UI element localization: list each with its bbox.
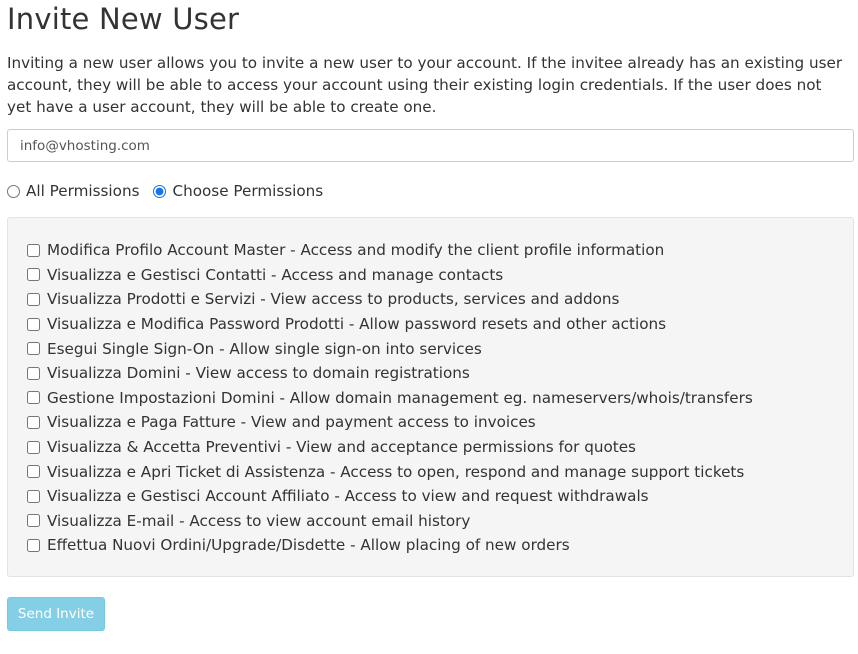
invite-user-page: Invite New User Inviting a new user allo… bbox=[0, 0, 858, 654]
permission-mode-group: All Permissions Choose Permissions bbox=[7, 179, 337, 203]
permission-checkbox[interactable] bbox=[27, 268, 40, 282]
permission-checkbox[interactable] bbox=[27, 317, 40, 331]
permission-item[interactable]: Visualizza e Gestisci Account Affiliato … bbox=[27, 484, 834, 509]
intro-text: Inviting a new user allows you to invite… bbox=[7, 54, 843, 116]
email-input[interactable] bbox=[7, 129, 854, 162]
permission-checkbox[interactable] bbox=[27, 342, 40, 356]
permission-checkbox[interactable] bbox=[27, 391, 40, 405]
permission-label: Effettua Nuovi Ordini/Upgrade/Disdette -… bbox=[47, 536, 570, 555]
choose-permissions-radio[interactable] bbox=[153, 184, 167, 198]
permission-label: Visualizza Prodotti e Servizi - View acc… bbox=[47, 290, 620, 309]
all-permissions-option[interactable]: All Permissions bbox=[7, 182, 139, 200]
permission-checkbox[interactable] bbox=[27, 292, 40, 306]
permission-item[interactable]: Visualizza Domini - View access to domai… bbox=[27, 361, 834, 386]
permission-label: Visualizza e Gestisci Account Affiliato … bbox=[47, 487, 649, 506]
permission-item[interactable]: Modifica Profilo Account Master - Access… bbox=[27, 238, 834, 263]
permission-item[interactable]: Esegui Single Sign-On - Allow single sig… bbox=[27, 336, 834, 361]
all-permissions-label: All Permissions bbox=[26, 182, 140, 200]
permission-item[interactable]: Visualizza Prodotti e Servizi - View acc… bbox=[27, 287, 834, 312]
permission-item[interactable]: Effettua Nuovi Ordini/Upgrade/Disdette -… bbox=[27, 533, 834, 558]
permission-label: Visualizza e Gestisci Contatti - Access … bbox=[47, 265, 504, 284]
choose-permissions-option[interactable]: Choose Permissions bbox=[153, 182, 323, 200]
all-permissions-radio[interactable] bbox=[7, 184, 20, 198]
permission-label: Visualizza e Paga Fatture - View and pay… bbox=[47, 413, 536, 432]
permission-checkbox[interactable] bbox=[27, 440, 40, 454]
page-title: Invite New User bbox=[7, 2, 240, 36]
permission-checkbox[interactable] bbox=[27, 243, 40, 257]
permission-item[interactable]: Visualizza & Accetta Preventivi - View a… bbox=[27, 435, 834, 460]
permission-checkbox[interactable] bbox=[27, 415, 40, 429]
permission-label: Modifica Profilo Account Master - Access… bbox=[47, 241, 665, 260]
permission-checkbox[interactable] bbox=[27, 489, 40, 503]
permission-label: Gestione Impostazioni Domini - Allow dom… bbox=[47, 388, 753, 407]
permission-label: Visualizza e Modifica Password Prodotti … bbox=[47, 315, 667, 334]
permission-checkbox[interactable] bbox=[27, 514, 40, 528]
permission-checkbox[interactable] bbox=[27, 465, 40, 479]
permission-label: Visualizza & Accetta Preventivi - View a… bbox=[47, 438, 636, 457]
permission-item[interactable]: Gestione Impostazioni Domini - Allow dom… bbox=[27, 386, 834, 411]
permission-checkbox[interactable] bbox=[27, 366, 40, 380]
permission-item[interactable]: Visualizza e Modifica Password Prodotti … bbox=[27, 312, 834, 337]
choose-permissions-label: Choose Permissions bbox=[172, 182, 324, 200]
permission-label: Esegui Single Sign-On - Allow single sig… bbox=[47, 339, 482, 358]
send-invite-button[interactable]: Send Invite bbox=[7, 597, 105, 631]
permission-label: Visualizza e Apri Ticket di Assistenza -… bbox=[47, 462, 745, 481]
permission-item[interactable]: Visualizza e Apri Ticket di Assistenza -… bbox=[27, 459, 834, 484]
permission-item[interactable]: Visualizza e Paga Fatture - View and pay… bbox=[27, 410, 834, 435]
permissions-panel: Modifica Profilo Account Master - Access… bbox=[7, 217, 854, 577]
permissions-list: Modifica Profilo Account Master - Access… bbox=[27, 238, 834, 558]
permission-checkbox[interactable] bbox=[27, 538, 40, 552]
permission-label: Visualizza Domini - View access to domai… bbox=[47, 364, 470, 383]
permission-item[interactable]: Visualizza e Gestisci Contatti - Access … bbox=[27, 263, 834, 288]
permission-label: Visualizza E-mail - Access to view accou… bbox=[47, 511, 471, 530]
permission-item[interactable]: Visualizza E-mail - Access to view accou… bbox=[27, 509, 834, 534]
